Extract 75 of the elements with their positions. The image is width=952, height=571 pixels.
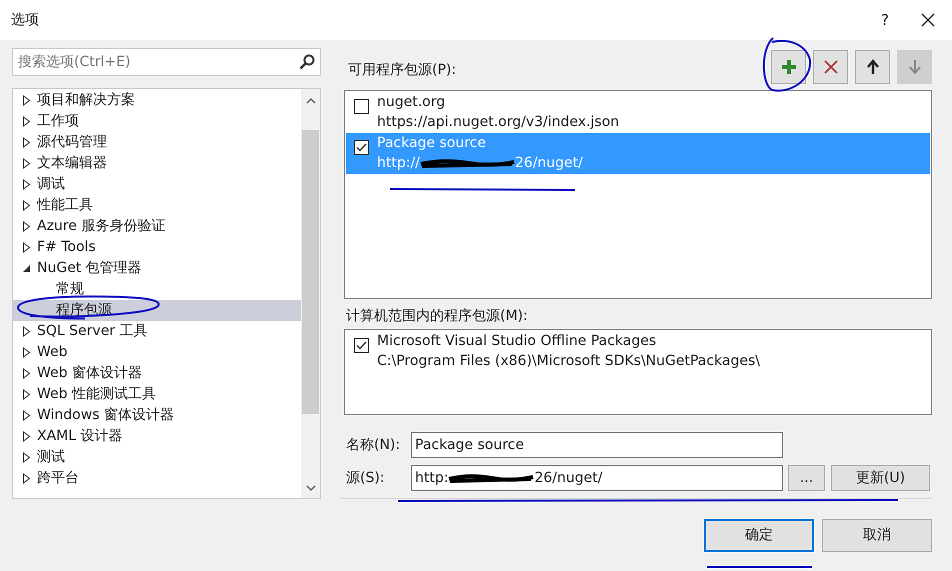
move-up-button[interactable]	[855, 50, 890, 84]
source-url: C:\Program Files (x86)\Microsoft SDKs\NuGetPackages\	[377, 352, 760, 371]
tree-item[interactable]: Web 性能测试工具	[37, 384, 156, 405]
collapsed-arrow-icon[interactable]	[22, 242, 31, 253]
name-field[interactable]: Package source	[411, 432, 783, 458]
source-item[interactable]: nuget.org https://api.nuget.org/v3/index.json	[346, 92, 930, 133]
section-label: 可用程序包源(P):	[347, 60, 456, 80]
collapsed-arrow-icon[interactable]	[22, 473, 31, 484]
tree-item[interactable]: NuGet 包管理器	[37, 258, 142, 279]
remove-button[interactable]	[813, 50, 848, 84]
tree-item[interactable]: Web	[37, 342, 68, 363]
collapsed-arrow-icon[interactable]	[22, 116, 31, 127]
tree-item[interactable]: Windows 窗体设计器	[37, 405, 174, 426]
update-button[interactable]: 更新(U)	[831, 465, 930, 491]
collapsed-arrow-icon[interactable]	[22, 200, 31, 211]
field-label: 名称(N):	[345, 436, 402, 454]
close-icon	[921, 13, 935, 27]
checkbox[interactable]	[354, 99, 369, 114]
checkbox[interactable]	[354, 338, 369, 353]
up-arrow-icon	[864, 59, 880, 75]
scrollbar[interactable]	[301, 89, 320, 498]
expanded-arrow-icon[interactable]	[22, 264, 31, 273]
collapsed-arrow-icon[interactable]	[22, 95, 31, 106]
source-name: nuget.org	[377, 93, 446, 112]
tree-item[interactable]: XAML 设计器	[37, 426, 122, 447]
source-url: https://api.nuget.org/v3/index.json	[377, 113, 620, 132]
plus-icon	[780, 59, 796, 75]
collapsed-arrow-icon[interactable]	[22, 452, 31, 463]
scrollbar-thumb[interactable]	[302, 130, 319, 414]
tree-item[interactable]: 源代码管理	[37, 132, 107, 153]
tree-item[interactable]: 工作项	[37, 111, 79, 132]
help-button[interactable]: ?	[870, 5, 900, 35]
tree-item[interactable]: 性能工具	[37, 195, 93, 216]
tree-item[interactable]: Azure 服务身份验证	[37, 216, 166, 237]
tree-item[interactable]: 文本编辑器	[37, 153, 107, 174]
source-field[interactable]: http: 26/nuget/	[411, 465, 783, 491]
scroll-down-icon	[306, 485, 316, 491]
add-button[interactable]	[771, 50, 806, 84]
tree-item[interactable]: 常规	[13, 279, 301, 300]
source-item[interactable]: Microsoft Visual Studio Offline Packages C:\Program Files (x86)\Microsoft SDKs\NuGetPackages\	[346, 331, 930, 372]
collapsed-arrow-icon[interactable]	[22, 158, 31, 169]
collapsed-arrow-icon[interactable]	[22, 326, 31, 337]
collapsed-arrow-icon[interactable]	[22, 347, 31, 358]
tree-item[interactable]: 项目和解决方案	[37, 90, 135, 111]
collapsed-arrow-icon[interactable]	[22, 221, 31, 232]
window-title: 选项	[11, 10, 39, 30]
tree-item[interactable]: 测试	[37, 447, 65, 468]
tree-item[interactable]: 调试	[37, 174, 65, 195]
collapsed-arrow-icon[interactable]	[22, 137, 31, 148]
collapsed-arrow-icon[interactable]	[22, 389, 31, 400]
cancel-button[interactable]: 取消	[822, 519, 932, 552]
source-url: 26/nuget/	[514, 154, 583, 173]
collapsed-arrow-icon[interactable]	[22, 368, 31, 379]
field-label: 源(S):	[345, 468, 386, 488]
browse-button[interactable]: ...	[788, 465, 825, 491]
tree-item[interactable]: Web 窗体设计器	[37, 363, 142, 384]
field-value: 26/nuget/	[534, 468, 602, 488]
scroll-up-icon	[306, 98, 316, 104]
cross-icon	[822, 59, 838, 75]
collapsed-arrow-icon[interactable]	[22, 431, 31, 442]
ok-button[interactable]: 确定	[704, 519, 814, 552]
tree-item[interactable]: F# Tools	[37, 237, 96, 258]
source-name: Microsoft Visual Studio Offline Packages	[377, 332, 658, 351]
tree-item[interactable]: 跨平台	[37, 468, 79, 489]
source-url: http://	[377, 154, 420, 173]
tree-item[interactable]: SQL Server 工具	[37, 321, 148, 342]
source-name: Package source	[377, 134, 487, 153]
checkbox[interactable]	[354, 140, 369, 155]
search-icon	[299, 54, 315, 70]
field-value: http:	[415, 468, 448, 488]
collapsed-arrow-icon[interactable]	[22, 410, 31, 421]
search-field[interactable]: 搜索选项(Ctrl+E)	[12, 48, 321, 76]
down-arrow-icon	[906, 59, 922, 75]
section-label: 计算机范围内的程序包源(M):	[345, 307, 529, 326]
collapsed-arrow-icon[interactable]	[22, 179, 31, 190]
